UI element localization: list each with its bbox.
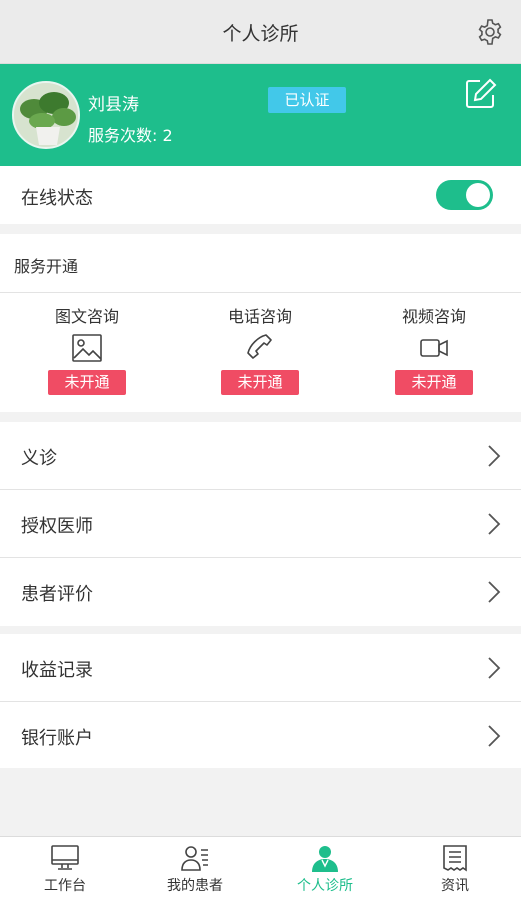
tab-label: 资讯 xyxy=(441,878,469,894)
doctor-name: 刘县涛 xyxy=(88,95,139,115)
services-header: 服务开通 xyxy=(0,234,521,293)
toggle-knob xyxy=(466,183,490,207)
news-icon xyxy=(443,845,467,872)
menu-item-authorized-doctor[interactable]: 授权医师 xyxy=(0,490,521,558)
menu-item-label: 授权医师 xyxy=(21,516,93,537)
verified-badge: 已认证 xyxy=(268,87,346,113)
chevron-right-icon xyxy=(488,725,501,747)
menu-item-label: 收益记录 xyxy=(21,660,93,681)
doctor-icon xyxy=(312,846,338,872)
chevron-right-icon xyxy=(488,657,501,679)
tab-workbench[interactable]: 工作台 xyxy=(0,837,130,900)
profile-card: 刘县涛 服务次数: 2 已认证 xyxy=(0,64,521,166)
avatar[interactable] xyxy=(12,81,80,149)
service-text-consult[interactable]: 图文咨询 未开通 xyxy=(22,303,152,395)
menu-group-2: 收益记录 银行账户 xyxy=(0,634,521,768)
online-status-label: 在线状态 xyxy=(21,188,93,209)
patients-icon xyxy=(181,846,208,871)
service-label: 电话咨询 xyxy=(227,307,292,326)
tab-label: 工作台 xyxy=(44,878,86,894)
edit-icon[interactable] xyxy=(464,77,498,111)
service-status: 未开通 xyxy=(48,370,126,395)
top-bar: 个人诊所 xyxy=(0,0,521,64)
service-count: 服务次数: 2 xyxy=(88,126,173,145)
image-icon xyxy=(72,334,102,362)
tab-my-patients[interactable]: 我的患者 xyxy=(130,837,260,900)
service-video-consult[interactable]: 视频咨询 未开通 xyxy=(369,303,499,395)
chevron-right-icon xyxy=(488,445,501,467)
service-status: 未开通 xyxy=(221,370,299,395)
menu-item-bank-account[interactable]: 银行账户 xyxy=(0,702,521,770)
bottom-tab-bar: 工作台 我的患者 个人诊所 资讯 xyxy=(0,836,521,900)
tab-label: 个人诊所 xyxy=(297,878,353,894)
tab-label: 我的患者 xyxy=(167,878,223,894)
chevron-right-icon xyxy=(488,513,501,535)
menu-item-label: 患者评价 xyxy=(21,584,93,605)
menu-item-patient-reviews[interactable]: 患者评价 xyxy=(0,558,521,626)
page-title: 个人诊所 xyxy=(222,23,299,45)
tab-news[interactable]: 资讯 xyxy=(390,837,520,900)
services-title: 服务开通 xyxy=(14,257,79,276)
tab-personal-clinic[interactable]: 个人诊所 xyxy=(260,837,390,900)
menu-item-free-clinic[interactable]: 义诊 xyxy=(0,422,521,490)
monitor-icon xyxy=(51,845,79,870)
phone-icon xyxy=(247,334,272,359)
online-status-row: 在线状态 xyxy=(0,166,521,224)
services-section: 服务开通 图文咨询 未开通 电话咨询 未开通 视频咨询 未开通 xyxy=(0,234,521,412)
menu-item-label: 义诊 xyxy=(21,448,57,469)
service-phone-consult[interactable]: 电话咨询 未开通 xyxy=(195,303,325,395)
service-status: 未开通 xyxy=(395,370,473,395)
menu-item-label: 银行账户 xyxy=(21,728,93,749)
menu-group-1: 义诊 授权医师 患者评价 xyxy=(0,422,521,626)
video-icon xyxy=(420,339,448,357)
service-label: 图文咨询 xyxy=(54,307,119,326)
menu-item-earnings[interactable]: 收益记录 xyxy=(0,634,521,702)
service-label: 视频咨询 xyxy=(401,307,466,326)
gear-icon[interactable] xyxy=(475,17,505,47)
online-status-toggle[interactable] xyxy=(436,180,493,210)
chevron-right-icon xyxy=(488,581,501,603)
